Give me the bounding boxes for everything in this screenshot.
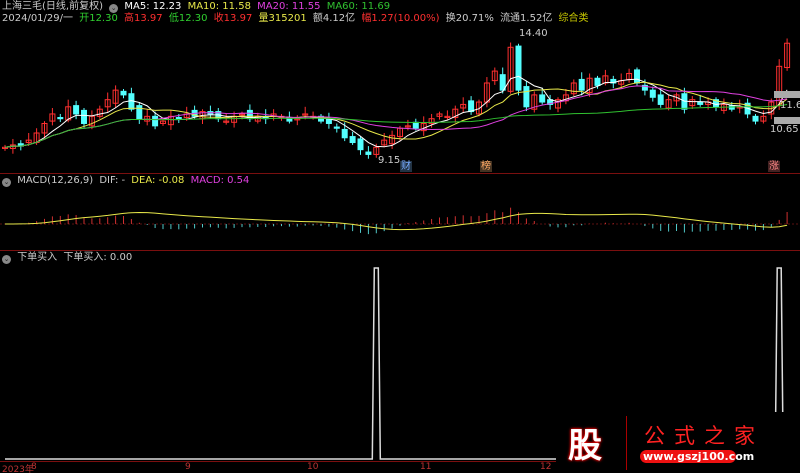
candle-body — [515, 45, 522, 91]
candle-body — [578, 78, 585, 91]
macd-name: MACD(12,26,9) — [17, 175, 94, 186]
high-price-label: 14.40 — [519, 28, 548, 39]
candle-body — [357, 138, 364, 151]
candle-body — [412, 121, 419, 129]
axis-label: 11 — [420, 462, 432, 472]
macd-header: ⌄ MACD(12,26,9) DIF: - DEA: -0.08 MACD: … — [2, 175, 252, 187]
price-box — [774, 117, 800, 124]
price-box — [774, 91, 800, 98]
candle-body — [752, 115, 759, 122]
dea-line — [4, 212, 788, 231]
site-url: www.gszj100.com — [640, 450, 754, 463]
candle-body — [523, 86, 530, 108]
candle-body — [365, 151, 372, 155]
logo-bull-icon: 股 — [568, 426, 602, 466]
candle-body — [57, 117, 64, 120]
signal-value: 下单买入: 0.00 — [63, 252, 133, 263]
low-price-label: 9.15 — [378, 155, 401, 166]
dif-value: DIF: - — [99, 175, 126, 186]
stock-chart-window: 上海三毛(日线,前复权) ⌄ MA5: 12.23 MA10: 11.58 MA… — [0, 0, 800, 473]
axis-label: 8 — [31, 462, 37, 472]
axis-label: 9 — [185, 462, 191, 472]
candle-body — [468, 100, 475, 113]
candle-body — [349, 136, 356, 144]
signal-name: 下单买入 — [17, 252, 58, 263]
signal-header: ⌄ 下单买入 下单买入: 0.00 — [2, 252, 135, 264]
right-price-label-2: 10.65 — [770, 124, 799, 135]
chart-canvas[interactable] — [0, 0, 800, 473]
candle-body — [657, 94, 664, 105]
marker-cai[interactable]: 财 — [400, 161, 412, 172]
candle-body — [81, 109, 87, 124]
panel-divider — [0, 250, 800, 251]
candle-body — [175, 117, 182, 120]
collapse-icon[interactable]: ⌄ — [2, 255, 11, 264]
candle-body — [120, 90, 127, 96]
candle-body — [341, 128, 348, 139]
site-name: 公式之家 — [644, 424, 764, 448]
watermark-logo: 股 公式之家 www.gszj100.com — [556, 412, 800, 473]
collapse-icon[interactable]: ⌄ — [2, 178, 11, 187]
axis-label: 10 — [307, 462, 319, 472]
candle-body — [634, 69, 640, 84]
candle-body — [697, 101, 704, 105]
candle-body — [594, 77, 601, 86]
panel-divider — [0, 173, 800, 174]
macd-value: MACD: 0.54 — [190, 175, 250, 186]
ma60-line — [4, 104, 788, 148]
candle-body — [73, 105, 80, 115]
right-price-label-1: 11.65 — [780, 100, 800, 111]
candle-body — [649, 89, 656, 98]
marker-bang[interactable]: 榜 — [480, 161, 492, 172]
candle-body — [539, 94, 546, 103]
axis-label: 12 — [540, 462, 552, 472]
candle-body — [333, 126, 340, 129]
candle-body — [152, 115, 159, 127]
dea-value: DEA: -0.08 — [131, 175, 185, 186]
candle-body — [136, 105, 143, 120]
axis-label: 2023年 — [2, 465, 34, 473]
marker-zhang[interactable]: 涨 — [768, 161, 780, 172]
